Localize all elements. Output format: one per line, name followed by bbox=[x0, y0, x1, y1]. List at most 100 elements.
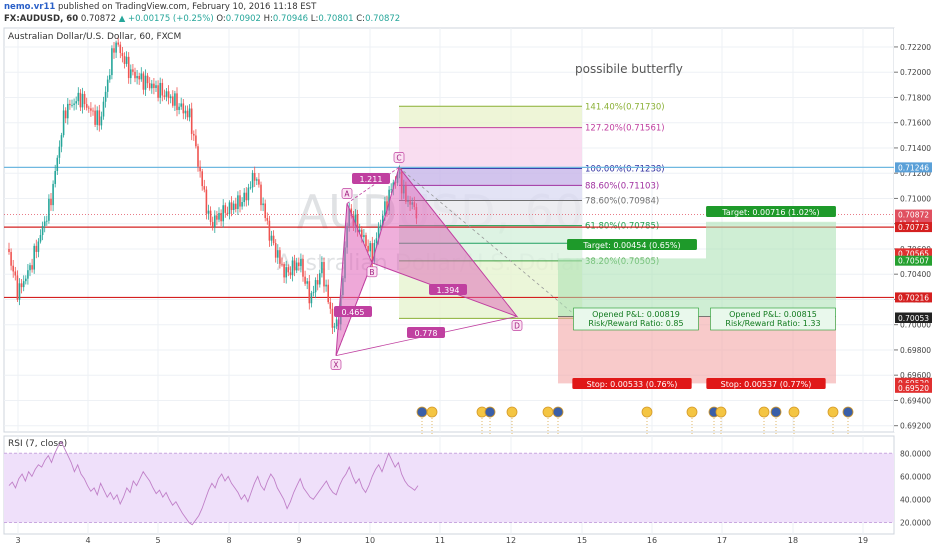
candle-body bbox=[201, 171, 203, 187]
rsi-band bbox=[4, 453, 894, 523]
rsi-tick-label: 80.0000 bbox=[900, 449, 931, 458]
time-tick-label: 15 bbox=[577, 536, 587, 545]
candle-body bbox=[277, 250, 279, 258]
time-tick-label: 10 bbox=[365, 536, 375, 545]
candle-body bbox=[43, 221, 46, 226]
candle-body bbox=[390, 189, 392, 191]
candle-body bbox=[33, 245, 35, 270]
chart-title: Australian Dollar/U.S. Dollar, 60, FXCM bbox=[8, 32, 181, 42]
price-badge-label: 0.69520 bbox=[898, 384, 929, 393]
time-tick-label: 9 bbox=[296, 536, 301, 545]
candle-body bbox=[304, 276, 306, 284]
candle-body bbox=[384, 201, 386, 216]
candle-body bbox=[375, 238, 378, 243]
candle-body bbox=[243, 192, 245, 203]
candle-body bbox=[182, 103, 185, 114]
candle-body bbox=[56, 157, 59, 172]
rsi-tick-label: 40.0000 bbox=[900, 495, 931, 504]
candle-body bbox=[300, 258, 302, 267]
fib-level-label: 100.00%(0.71238) bbox=[585, 164, 665, 174]
candle-body bbox=[16, 275, 19, 300]
pattern-point-label: D bbox=[514, 321, 520, 330]
position-stop-label: Stop: 0.00533 (0.76%) bbox=[587, 380, 678, 389]
candle-body bbox=[88, 107, 90, 109]
candle-body bbox=[12, 265, 14, 272]
candle-body bbox=[148, 83, 151, 89]
candle-body bbox=[146, 75, 149, 84]
candle-body bbox=[361, 229, 363, 238]
candle-body bbox=[327, 284, 329, 303]
candle-body bbox=[205, 189, 208, 214]
candle-body bbox=[222, 205, 224, 222]
event-flag-icon bbox=[641, 406, 653, 418]
event-flag-icon bbox=[542, 406, 554, 418]
candle-body bbox=[20, 283, 23, 288]
candle-body bbox=[94, 110, 96, 125]
candle-body bbox=[159, 82, 161, 98]
candle-body bbox=[8, 248, 10, 253]
candle-body bbox=[92, 110, 94, 112]
candle-body bbox=[258, 179, 260, 185]
fib-zone bbox=[399, 168, 582, 186]
pattern-ratio-label: 1.394 bbox=[437, 286, 460, 295]
candle-body bbox=[104, 91, 107, 102]
candle-body bbox=[127, 56, 130, 79]
candle-body bbox=[220, 213, 222, 222]
candle-body bbox=[111, 48, 113, 76]
fib-zone bbox=[399, 127, 582, 169]
candle-body bbox=[37, 241, 40, 252]
candle-body bbox=[115, 42, 117, 53]
position-pnl-label: Opened P&L: 0.00815 bbox=[729, 310, 817, 319]
candle-body bbox=[245, 192, 248, 201]
event-flag-icon bbox=[416, 406, 428, 418]
candle-body bbox=[180, 103, 182, 107]
candle-body bbox=[295, 262, 298, 271]
price-tick-label: 0.71600 bbox=[900, 119, 931, 128]
candle-body bbox=[119, 44, 122, 54]
candle-body bbox=[226, 212, 229, 214]
candle-body bbox=[298, 262, 300, 267]
candle-body bbox=[130, 69, 132, 79]
candle-body bbox=[174, 93, 176, 106]
candle-body bbox=[270, 235, 273, 241]
candle-body bbox=[167, 91, 170, 99]
candle-body bbox=[207, 210, 210, 214]
candle-body bbox=[308, 281, 311, 304]
pattern-ratio-label: 1.211 bbox=[360, 175, 383, 184]
candle-body bbox=[60, 135, 63, 147]
candle-body bbox=[209, 210, 212, 222]
price-badge-label: 0.70507 bbox=[898, 257, 929, 266]
candle-body bbox=[106, 79, 109, 92]
candle-body bbox=[283, 264, 285, 278]
candle-body bbox=[27, 270, 29, 279]
time-tick-label: 3 bbox=[15, 536, 20, 545]
event-flag-icon bbox=[788, 406, 800, 418]
price-chart[interactable]: AUDUSD, 60Australian Dollar/U.S. Dollar1… bbox=[0, 0, 932, 550]
candle-body bbox=[176, 93, 178, 110]
candle-body bbox=[293, 260, 296, 271]
price-tick-label: 0.72200 bbox=[900, 43, 931, 52]
candle-body bbox=[161, 82, 164, 96]
candle-body bbox=[48, 198, 50, 221]
position-target-label: Target: 0.00454 (0.65%) bbox=[582, 241, 680, 250]
candle-body bbox=[319, 273, 321, 285]
event-flag-icon bbox=[484, 406, 496, 418]
pattern-point-label: B bbox=[369, 268, 374, 277]
rsi-title: RSI (7, close) bbox=[8, 439, 67, 449]
candle-body bbox=[102, 101, 105, 117]
candle-body bbox=[281, 263, 283, 265]
candle-body bbox=[140, 73, 143, 80]
candle-body bbox=[264, 203, 266, 219]
event-flag-icon bbox=[686, 406, 698, 418]
event-flag-icon bbox=[715, 406, 727, 418]
event-flag-icon bbox=[552, 406, 564, 418]
candle-body bbox=[262, 203, 264, 206]
candle-body bbox=[228, 202, 231, 214]
candle-body bbox=[77, 92, 80, 102]
time-tick-label: 16 bbox=[647, 536, 657, 545]
price-tick-label: 0.69800 bbox=[900, 346, 931, 355]
event-flag-icon bbox=[426, 406, 438, 418]
event-flag-icon bbox=[842, 406, 854, 418]
event-flag-icon bbox=[506, 406, 518, 418]
candle-body bbox=[289, 272, 292, 276]
